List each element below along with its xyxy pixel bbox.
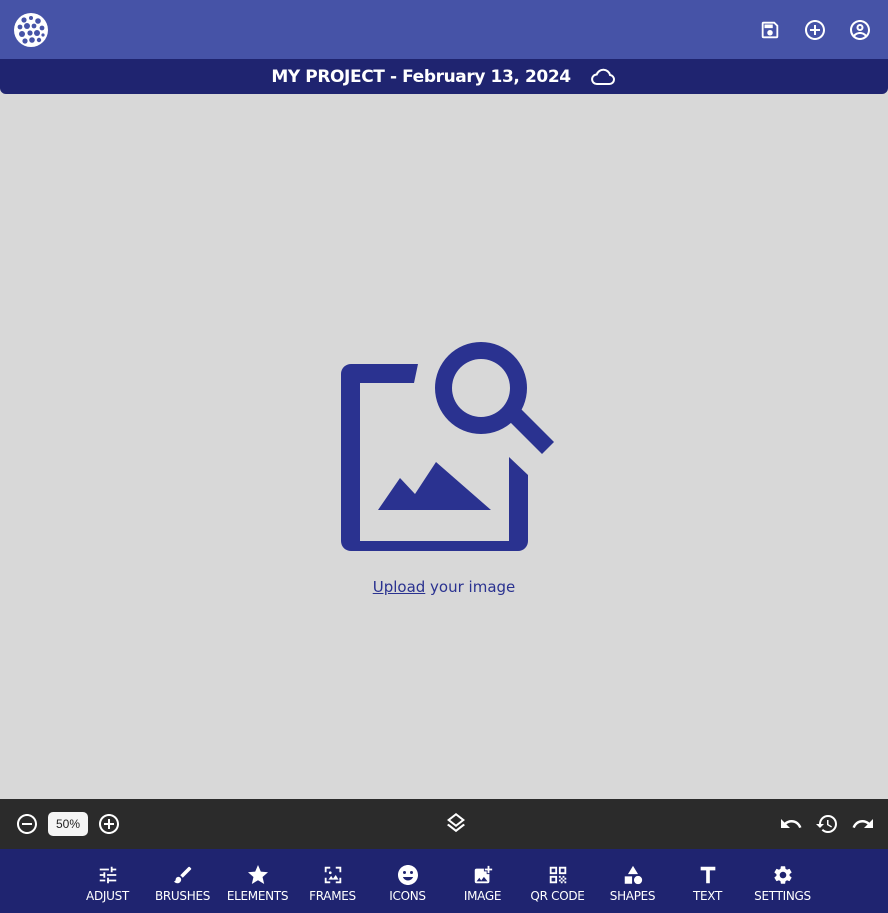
account-icon[interactable] <box>843 13 876 46</box>
tool-label: ADJUST <box>86 889 129 903</box>
tool-label: ICONS <box>389 889 426 903</box>
star-icon <box>220 863 295 887</box>
sliders-icon <box>70 863 145 887</box>
upload-prompt-text: your image <box>425 578 516 596</box>
tool-elements[interactable]: ELEMENTS <box>220 863 295 903</box>
add-image-icon <box>445 863 520 887</box>
undo-icon[interactable] <box>778 811 804 837</box>
layers-icon[interactable] <box>444 811 468 840</box>
tool-settings[interactable]: SETTINGS <box>745 863 820 903</box>
tool-label: IMAGE <box>463 889 502 903</box>
tool-qr-code[interactable]: QR CODE <box>520 863 595 903</box>
tool-label: QR CODE <box>530 889 585 903</box>
redo-icon[interactable] <box>850 811 876 837</box>
tool-icons[interactable]: ICONS <box>370 863 445 903</box>
tool-text[interactable]: TEXT <box>670 863 745 903</box>
image-search-icon[interactable] <box>338 342 558 556</box>
add-circle-icon[interactable] <box>798 13 831 46</box>
tool-adjust[interactable]: ADJUST <box>70 863 145 903</box>
tool-bar: ADJUST BRUSHES ELEMENTS FRAMES ICONS IMA… <box>0 849 888 913</box>
cloud-icon[interactable] <box>589 66 617 88</box>
bubbles-logo-icon[interactable] <box>13 12 49 48</box>
tool-label: TEXT <box>692 889 723 903</box>
history-icon[interactable] <box>814 811 840 837</box>
tool-brushes[interactable]: BRUSHES <box>145 863 220 903</box>
tool-label: SETTINGS <box>754 889 811 903</box>
zoom-level[interactable]: 50% <box>48 812 88 836</box>
save-icon[interactable] <box>753 13 786 46</box>
text-icon <box>670 863 745 887</box>
tool-shapes[interactable]: SHAPES <box>595 863 670 903</box>
project-title[interactable]: MY PROJECT - February 13, 2024 <box>271 67 571 87</box>
emoji-icon <box>370 863 445 887</box>
zoom-out-icon[interactable] <box>14 811 40 837</box>
tool-label: FRAMES <box>309 889 356 903</box>
shapes-icon <box>595 863 670 887</box>
zoom-bar: 50% <box>0 799 888 849</box>
upload-prompt: Upload your image <box>0 578 888 596</box>
tool-image[interactable]: IMAGE <box>445 863 520 903</box>
qr-code-icon <box>520 863 595 887</box>
tool-label: BRUSHES <box>154 889 211 903</box>
frame-icon <box>295 863 370 887</box>
top-bar <box>0 0 888 59</box>
tool-label: ELEMENTS <box>226 889 289 903</box>
brush-icon <box>145 863 220 887</box>
upload-link[interactable]: Upload <box>373 578 426 596</box>
canvas-area[interactable]: Upload your image <box>0 94 888 799</box>
zoom-in-icon[interactable] <box>96 811 122 837</box>
gear-icon <box>745 863 820 887</box>
project-title-bar: MY PROJECT - February 13, 2024 <box>0 59 888 94</box>
tool-frames[interactable]: FRAMES <box>295 863 370 903</box>
tool-label: SHAPES <box>609 889 656 903</box>
